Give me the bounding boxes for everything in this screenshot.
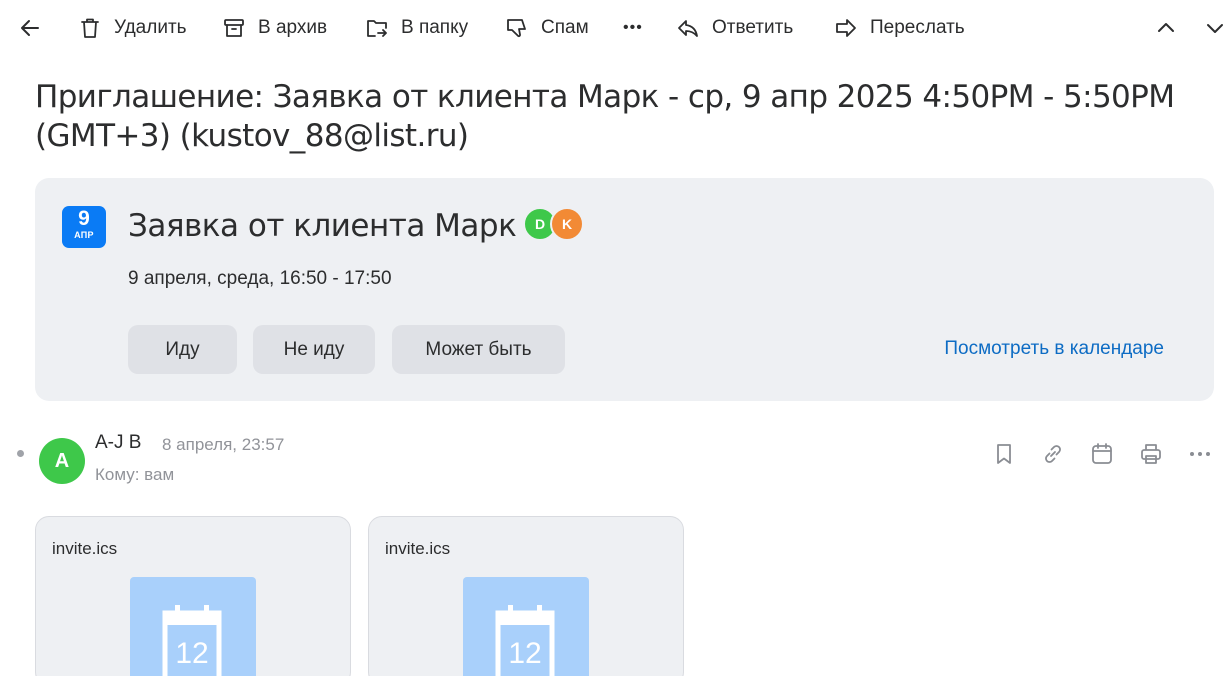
print-icon [1141,444,1161,464]
message-date: 8 апреля, 23:57 [162,435,285,454]
more-icon [1190,452,1210,456]
print-button[interactable] [1138,441,1164,467]
attachment-thumbnail: 12 [130,577,256,676]
spam-label: Спам [541,17,589,38]
move-to-folder-button[interactable]: В папку [365,12,468,44]
move-label: В папку [401,17,469,38]
archive-icon [224,19,244,37]
delete-label: Удалить [114,17,187,38]
toolbar: Удалить В архив В папку Спам ••• Ответит… [0,0,1230,56]
reply-button[interactable]: Ответить [676,12,793,44]
archive-button[interactable]: В архив [222,12,327,44]
forward-label: Переслать [870,17,965,38]
previous-message-button[interactable] [1154,12,1178,44]
calendar-file-icon: 12 [495,605,555,676]
attachment-card[interactable]: invite.ics 12 [35,516,351,676]
forward-button[interactable]: Переслать [834,12,965,44]
badge-day: 9 [78,207,90,230]
attachment-filename: invite.ics [385,539,451,558]
recipient-line[interactable]: Кому: вам [95,465,174,485]
badge-month: АПР [74,230,94,240]
unread-indicator[interactable] [17,450,24,457]
copy-link-button[interactable] [1040,441,1066,467]
reply-label: Ответить [712,17,794,38]
event-invitation-card: 9 АПР Заявка от клиента Марк D K 9 апрел… [35,178,1214,401]
thumbnail-number: 12 [175,637,208,670]
arrow-left-icon [21,20,39,36]
view-in-calendar-link[interactable]: Посмотреть в календаре [944,338,1164,360]
thumbs-down-icon [507,19,526,38]
trash-icon [81,18,99,38]
chevron-down-icon [1207,24,1223,33]
spam-button[interactable]: Спам [505,12,589,44]
thumbnail-number: 12 [508,637,541,670]
bookmark-icon [997,444,1011,464]
calendar-file-icon: 12 [162,605,222,676]
forward-icon [836,19,856,37]
attendee-avatar[interactable]: K [550,207,584,241]
sender-avatar[interactable]: A [39,438,85,484]
calendar-icon [1092,443,1112,464]
delete-button[interactable]: Удалить [78,12,187,44]
folder-move-icon [367,20,387,37]
back-button[interactable] [18,12,42,44]
event-title: Заявка от клиента Марк [128,208,517,244]
bookmark-button[interactable] [991,441,1017,467]
chevron-up-icon [1158,23,1174,32]
next-message-button[interactable] [1203,12,1227,44]
add-to-calendar-button[interactable] [1089,441,1115,467]
attachment-card[interactable]: invite.ics 12 [368,516,684,676]
rsvp-going-button[interactable]: Иду [128,325,237,374]
event-time: 9 апреля, среда, 16:50 - 17:50 [128,268,392,289]
reply-icon [678,20,698,37]
message-more-button[interactable] [1187,441,1213,467]
attachment-thumbnail: 12 [463,577,589,676]
more-button[interactable]: ••• [623,12,643,44]
rsvp-not-going-button[interactable]: Не иду [253,325,375,374]
attachment-filename: invite.ics [52,539,118,558]
sender-name[interactable]: A-J B [95,432,141,454]
link-icon [1045,445,1061,463]
archive-label: В архив [258,17,328,38]
rsvp-maybe-button[interactable]: Может быть [392,325,565,374]
email-subject: Приглашение: Заявка от клиента Марк - ср… [35,79,1175,154]
calendar-date-badge: 9 АПР [62,206,106,248]
more-icon: ••• [623,19,643,36]
